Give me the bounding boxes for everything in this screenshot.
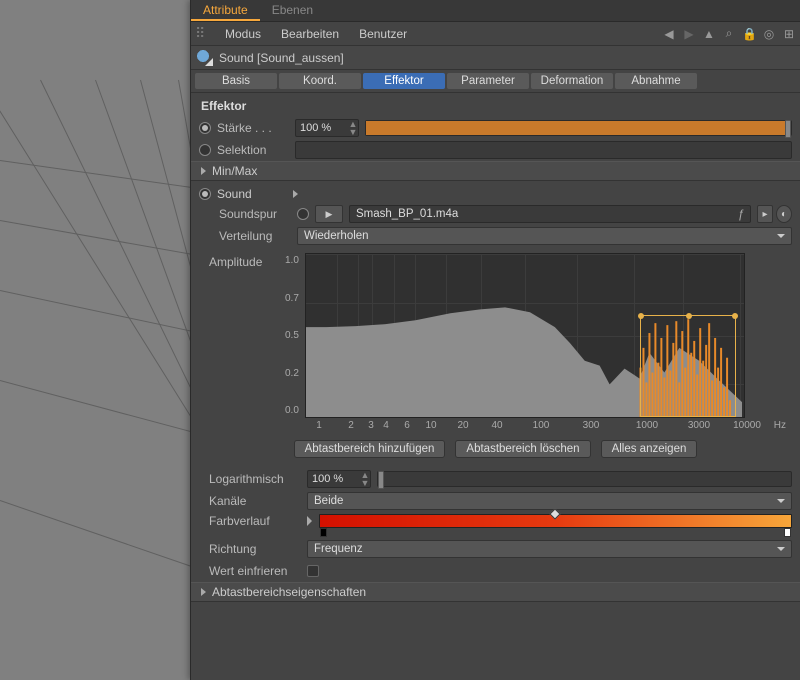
staerke-slider[interactable]	[365, 120, 792, 136]
section-effektor-title: Effektor	[191, 93, 800, 117]
wert-einfrieren-checkbox[interactable]	[307, 565, 319, 577]
kanaele-label: Kanäle	[209, 494, 301, 508]
search-icon[interactable]: ⌕	[722, 26, 736, 41]
tab-effektor[interactable]: Effektor	[363, 73, 445, 89]
logarithmisch-slider[interactable]	[377, 471, 792, 487]
plot-x-axis: 1 2 3 4 6 10 20 40 100 300 1000 3000 100…	[191, 418, 800, 434]
farbverlauf-label: Farbverlauf	[209, 514, 301, 528]
attribute-panel: Attribute Ebenen ⠿ Modus Bearbeiten Benu…	[190, 0, 800, 680]
wert-einfrieren-label: Wert einfrieren	[209, 564, 301, 578]
tab-koord[interactable]: Koord.	[279, 73, 361, 89]
soundspur-file-field[interactable]: Smash_BP_01.m4a ƒ	[349, 205, 751, 223]
verteilung-label: Verteilung	[219, 229, 291, 243]
soundspur-label: Soundspur	[219, 207, 291, 221]
tab-parameter[interactable]: Parameter	[447, 73, 529, 89]
delete-range-button[interactable]: Abtastbereich löschen	[455, 440, 590, 458]
sample-range-box[interactable]	[640, 315, 736, 417]
chevron-right-icon[interactable]	[307, 516, 313, 526]
chevron-right-icon	[201, 588, 206, 596]
viewport-3d[interactable]	[0, 0, 190, 680]
file-browse-button[interactable]: ▸	[757, 205, 773, 223]
spinner-icon[interactable]: ▲▼	[360, 471, 370, 487]
nav-fwd-icon[interactable]: ▶	[682, 27, 696, 41]
plot-y-axis: 1.0 0.7 0.5 0.2 0.0	[285, 253, 305, 418]
menu-modus[interactable]: Modus	[215, 27, 271, 41]
tab-deformation[interactable]: Deformation	[531, 73, 613, 89]
staerke-input[interactable]: ▲▼	[295, 119, 359, 137]
sound-effector-icon	[197, 50, 213, 66]
tab-attribute[interactable]: Attribute	[191, 0, 260, 21]
tab-abnahme[interactable]: Abnahme	[615, 73, 697, 89]
verteilung-dropdown[interactable]: Wiederholen	[297, 227, 792, 245]
lock-icon[interactable]: 🔒	[742, 27, 756, 41]
nav-up-icon[interactable]: ▲	[702, 27, 716, 41]
amplitude-plot[interactable]	[305, 253, 745, 418]
target-icon[interactable]: ◎	[762, 27, 776, 41]
anim-dot-sound[interactable]	[199, 188, 211, 200]
logarithmisch-value[interactable]	[308, 473, 360, 485]
chevron-right-icon	[201, 167, 206, 175]
minmax-label: Min/Max	[212, 164, 257, 178]
show-all-button[interactable]: Alles anzeigen	[601, 440, 698, 458]
spinner-icon[interactable]: ▲▼	[348, 120, 358, 136]
tab-basis[interactable]: Basis	[195, 73, 277, 89]
object-header: Sound [Sound_aussen]	[191, 46, 800, 70]
panel-tabs: Attribute Ebenen	[191, 0, 800, 22]
new-attr-icon[interactable]: ⊞	[782, 27, 796, 41]
play-button[interactable]: ▶	[315, 205, 343, 223]
add-range-button[interactable]: Abtastbereich hinzufügen	[294, 440, 446, 458]
abtastbereich-label: Abtastbereichseigenschaften	[212, 585, 366, 599]
object-name: Sound [Sound_aussen]	[219, 51, 344, 65]
anim-dot-soundspur[interactable]	[297, 208, 309, 220]
abtastbereich-group[interactable]: Abtastbereichseigenschaften	[191, 582, 800, 602]
selektion-field[interactable]	[295, 141, 792, 159]
sound-title: Sound	[217, 187, 289, 201]
amplitude-label: Amplitude	[209, 253, 285, 418]
property-tabs: Basis Koord. Effektor Parameter Deformat…	[191, 70, 800, 93]
richtung-dropdown[interactable]: Frequenz	[307, 540, 792, 558]
richtung-label: Richtung	[209, 542, 301, 556]
staerke-value[interactable]	[296, 122, 348, 134]
soundspur-filename: Smash_BP_01.m4a	[356, 208, 458, 220]
selektion-label: Selektion	[217, 143, 289, 157]
menu-bearbeiten[interactable]: Bearbeiten	[271, 27, 349, 41]
panel-menu: ⠿ Modus Bearbeiten Benutzer ◀ ▶ ▲ ⌕ 🔒 ◎ …	[191, 22, 800, 46]
logarithmisch-input[interactable]: ▲▼	[307, 470, 371, 488]
file-options-button[interactable]: ◐	[776, 205, 792, 223]
grip-icon[interactable]: ⠿	[195, 25, 209, 42]
menu-benutzer[interactable]: Benutzer	[349, 27, 417, 41]
anim-dot-selektion[interactable]	[199, 144, 211, 156]
staerke-label: Stärke . . .	[217, 121, 289, 135]
tab-ebenen[interactable]: Ebenen	[260, 0, 325, 21]
nav-back-icon[interactable]: ◀	[662, 27, 676, 41]
logarithmisch-label: Logarithmisch	[209, 472, 301, 486]
fx-icon: ƒ	[738, 207, 744, 223]
hz-label: Hz	[774, 420, 786, 431]
chevron-right-icon[interactable]	[293, 190, 298, 198]
farbverlauf-gradient[interactable]	[319, 514, 792, 528]
kanaele-dropdown[interactable]: Beide	[307, 492, 792, 510]
anim-dot-staerke[interactable]	[199, 122, 211, 134]
minmax-group[interactable]: Min/Max	[191, 161, 800, 181]
